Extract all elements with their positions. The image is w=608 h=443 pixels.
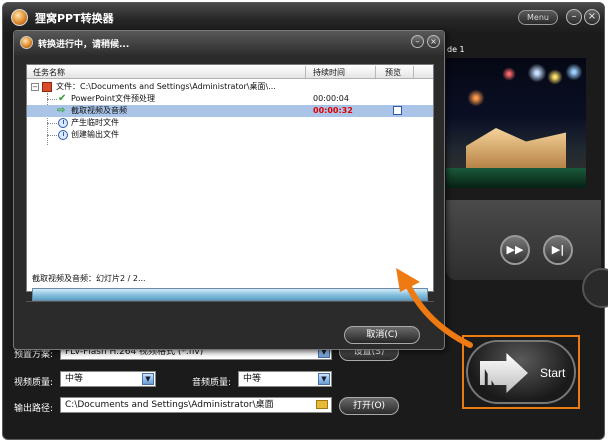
arrow-path [405, 282, 473, 348]
annotation-arrow [396, 268, 473, 348]
